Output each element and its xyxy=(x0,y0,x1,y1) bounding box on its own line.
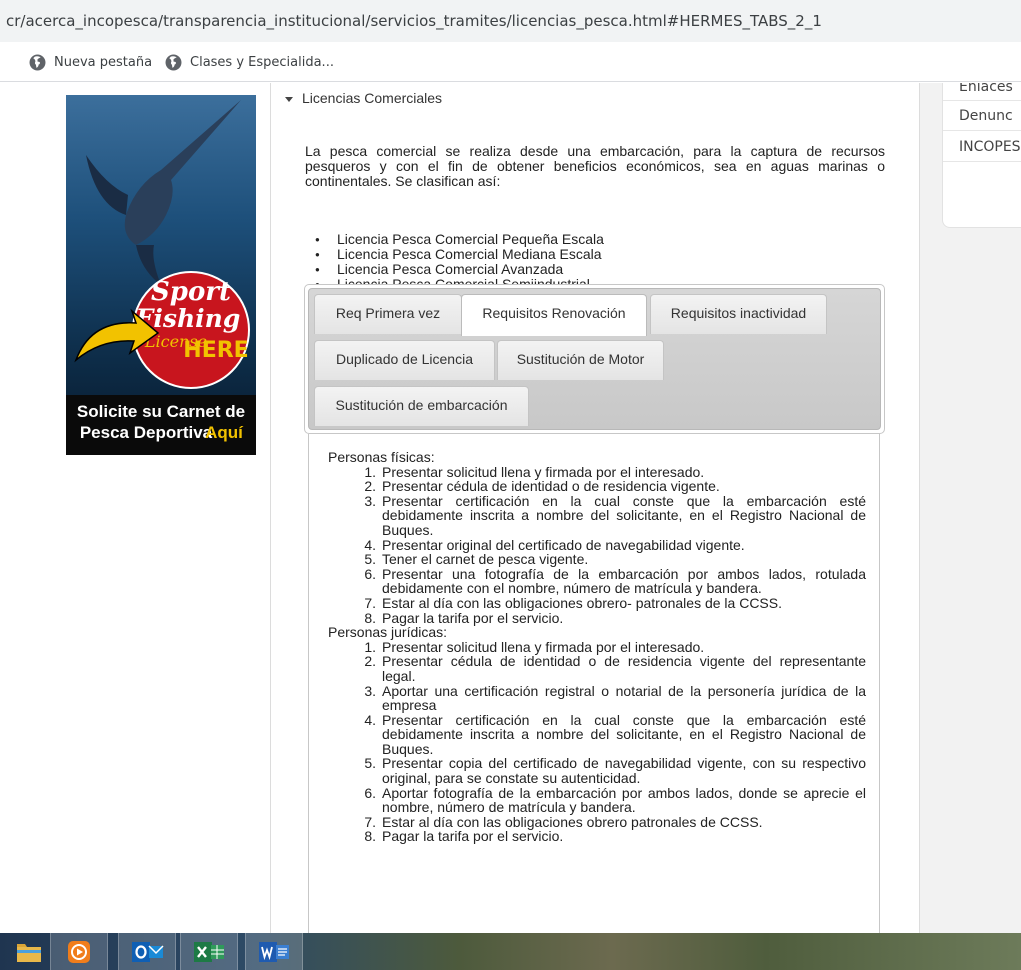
file-explorer-icon xyxy=(17,943,41,962)
list-item: 5. Tener el carnet de pesca vigente. xyxy=(364,551,589,568)
bookmark-label: Clases y Especialida... xyxy=(190,55,334,70)
caret-down-icon xyxy=(285,96,293,102)
requirements-content: Personas físicas: 1. Presentar solicitud … xyxy=(328,450,866,844)
tab-sustitucion-motor[interactable]: Sustitución de Motor xyxy=(497,340,664,380)
personas-fisicas-list: 1. Presentar solicitud llena y firmada po… xyxy=(328,463,866,626)
url-text[interactable]: cr/acerca_incopesca/transparencia_instit… xyxy=(6,12,822,30)
list-item: Licencia Pesca Comercial Avanzada xyxy=(313,262,604,278)
accordion-licencias-comerciales[interactable]: Licencias Comerciales xyxy=(285,90,442,106)
accordion-title: Licencias Comerciales xyxy=(302,90,443,106)
list-item: 2. Presentar cédula de identidad o de res… xyxy=(364,653,866,684)
outlook-icon xyxy=(132,941,164,962)
list-item: 1. Presentar solicitud llena y firmada po… xyxy=(364,463,705,480)
list-item: Licencia Pesca Comercial Pequeña Escala xyxy=(313,232,604,248)
list-item: 4. Presentar original del certificado de … xyxy=(364,536,745,553)
address-bar[interactable]: cr/acerca_incopesca/transparencia_instit… xyxy=(0,0,1021,42)
media-player-icon xyxy=(68,940,90,963)
list-item: 3. Aportar una certificación registral o … xyxy=(364,682,866,714)
taskbar-outlook[interactable] xyxy=(118,933,176,970)
personas-fisicas-heading: Personas físicas: xyxy=(328,449,435,465)
list-item: 2. Presentar cédula de identidad o de res… xyxy=(364,478,720,495)
list-item: 5. Presentar copia del certificado de nav… xyxy=(364,755,866,787)
list-item: 7. Estar al día con las obligaciones obre… xyxy=(364,594,782,611)
list-item: 1. Presentar solicitud llena y firmada po… xyxy=(364,638,705,655)
globe-icon xyxy=(29,54,46,71)
tab-requisitos-renovacion[interactable]: Requisitos Renovación xyxy=(461,294,647,336)
bookmark-clases[interactable]: Clases y Especialida... xyxy=(165,54,334,71)
right-link-denuncias[interactable]: Denunc xyxy=(943,101,1021,131)
bookmark-label: Nueva pestaña xyxy=(54,55,153,70)
right-link-incopesca[interactable]: INCOPESCA frente a 19 xyxy=(943,131,1021,162)
banner-here-text: HERE xyxy=(183,338,248,363)
tabs-nav: Req Primera vez Requisitos Renovación Re… xyxy=(308,288,881,430)
license-type-list: Licencia Pesca Comercial Pequeña Escala … xyxy=(313,232,604,293)
sport-fishing-banner[interactable]: Sport Fishing License HERE Solicite su C… xyxy=(66,95,256,455)
tabs-widget: Req Primera vez Requisitos Renovación Re… xyxy=(304,284,885,434)
personas-juridicas-heading: Personas jurídicas: xyxy=(328,624,448,641)
tab-req-primera-vez[interactable]: Req Primera vez xyxy=(314,294,462,334)
right-link-enlaces[interactable]: Enlaces xyxy=(943,83,1021,101)
word-icon xyxy=(259,941,289,962)
taskbar-excel[interactable] xyxy=(180,933,238,970)
intro-paragraph: La pesca comercial se realiza desde una … xyxy=(305,143,885,189)
banner-caption-aqui: Aquí xyxy=(205,423,244,442)
list-item: 6. Aportar fotografía de la embarcación p… xyxy=(364,784,866,816)
taskbar-word[interactable] xyxy=(245,933,303,970)
excel-icon xyxy=(194,941,224,962)
right-links-panel: Enlaces Denunc INCOPESCA frente a 19 xyxy=(942,83,1021,228)
list-item: 6. Presentar una fotografía de la embarca… xyxy=(364,565,866,597)
tab-requisitos-inactividad[interactable]: Requisitos inactividad xyxy=(650,294,827,334)
list-item: 3. Presentar certificación en la cual con… xyxy=(364,492,866,538)
list-item: 8. Pagar la tarifa por el servicio. xyxy=(364,828,564,845)
bookmarks-bar: Nueva pestaña Clases y Especialida... xyxy=(0,42,1021,82)
banner-sport-text: Sport xyxy=(151,277,231,307)
windows-taskbar xyxy=(0,933,1021,970)
bookmark-nueva-pestana[interactable]: Nueva pestaña xyxy=(29,54,152,71)
taskbar-media-player[interactable] xyxy=(50,933,108,970)
tab-duplicado-licencia[interactable]: Duplicado de Licencia xyxy=(314,340,495,380)
personas-juridicas-list: 1. Presentar solicitud llena y firmada po… xyxy=(328,640,866,844)
marlin-banner-image: Sport Fishing License HERE Solicite su C… xyxy=(66,95,256,455)
list-item: 4. Presentar certificación en la cual con… xyxy=(364,711,866,757)
banner-caption-line2: Pesca Deportiva xyxy=(80,423,213,442)
list-item: 8. Pagar la tarifa por el servicio. xyxy=(364,609,564,626)
banner-caption-line1: Solicite su Carnet de xyxy=(77,402,245,421)
list-item: Licencia Pesca Comercial Mediana Escala xyxy=(313,247,604,263)
tab-sustitucion-embarcacion[interactable]: Sustitución de embarcación xyxy=(314,386,529,426)
list-item: 7. Estar al día con las obligaciones obre… xyxy=(364,813,763,830)
globe-icon xyxy=(165,54,182,71)
